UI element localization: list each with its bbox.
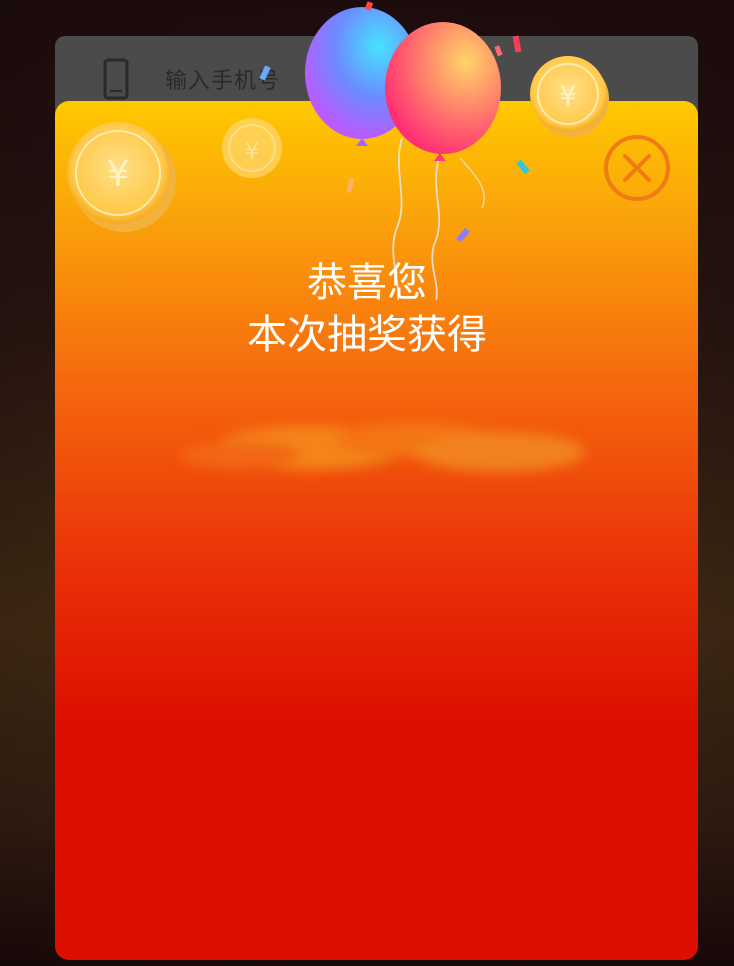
- coin-symbol: ¥: [244, 137, 259, 165]
- close-icon[interactable]: [603, 134, 671, 202]
- yuan-coin-icon: ¥: [67, 122, 176, 232]
- coin-symbol: ¥: [107, 154, 130, 195]
- yuan-coin-icon: ¥: [530, 56, 609, 137]
- coin-symbol: ¥: [559, 79, 577, 112]
- prize-blurred-area: [180, 422, 585, 472]
- yuan-coin-icon: ¥: [222, 118, 282, 178]
- popup-title-line2: 本次抽奖获得: [247, 312, 487, 358]
- phone-input-placeholder[interactable]: 输入手机号: [165, 63, 280, 95]
- popup-title-line1: 恭喜您: [307, 260, 427, 306]
- phone-icon: [103, 58, 129, 100]
